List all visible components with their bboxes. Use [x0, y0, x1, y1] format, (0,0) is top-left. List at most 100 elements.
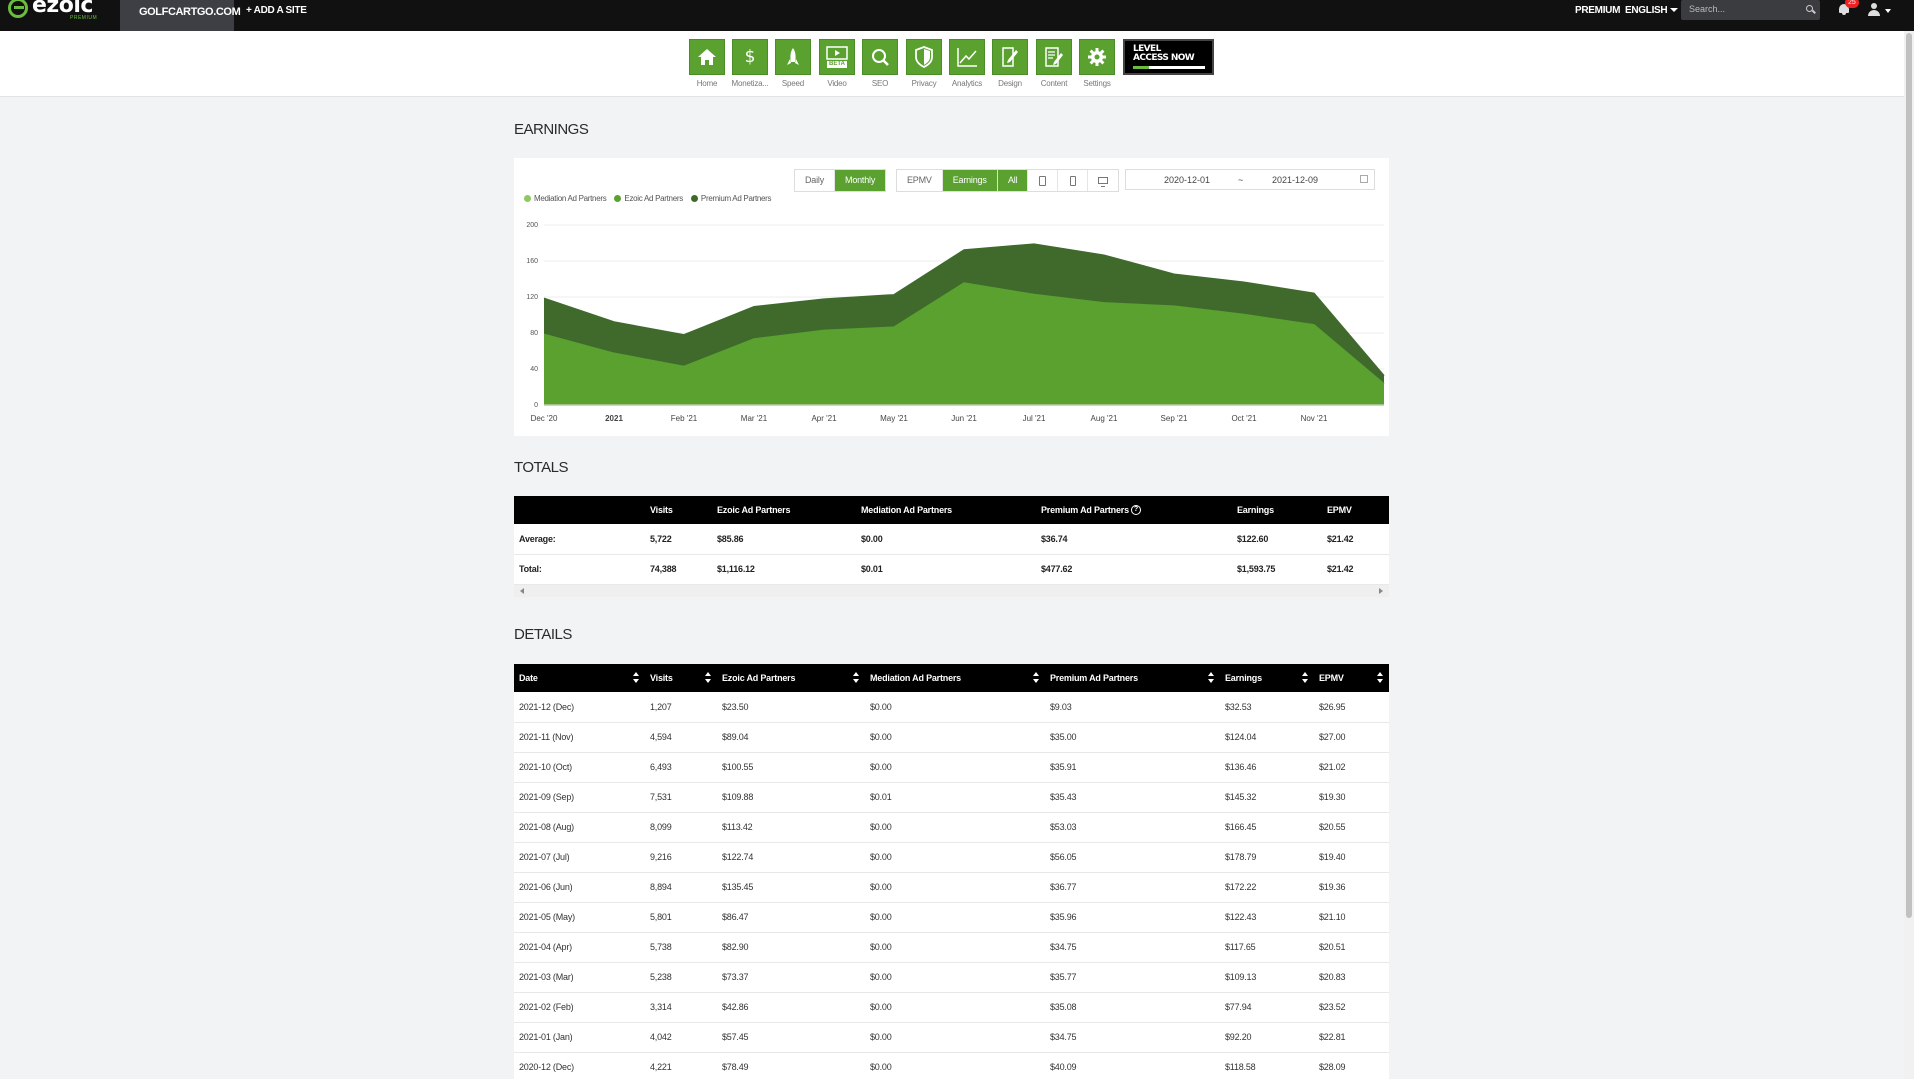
rocket-icon	[775, 39, 811, 75]
ezoic-logo[interactable]: ezoic PREMIUM	[8, 0, 97, 31]
details-column-header[interactable]: Mediation Ad Partners	[865, 664, 1045, 692]
totals-header-row: Visits Ezoic Ad Partners Mediation Ad Part…	[514, 496, 1389, 524]
nav-speed[interactable]: Speed	[774, 39, 812, 88]
chart-legend: Mediation Ad Partners Ezoic Ad Partners Pr…	[524, 194, 772, 203]
totals-column-header: Mediation Ad Partners	[856, 496, 1036, 524]
table-cell: 2021-09 (Sep)	[514, 782, 645, 813]
table-cell: 1,207	[645, 692, 717, 723]
table-cell: 2021-04 (Apr)	[514, 932, 645, 963]
table-cell: 4,042	[645, 1022, 717, 1053]
premium-link[interactable]: PREMIUM	[1575, 5, 1620, 16]
table-cell: $35.43	[1045, 782, 1220, 813]
y-tick-label: 40	[530, 366, 538, 373]
sort-icon[interactable]	[633, 672, 639, 684]
scrollbar-thumb[interactable]	[1906, 33, 1912, 918]
nav-privacy[interactable]: Privacy	[905, 39, 943, 88]
x-tick-label: Dec '20	[531, 414, 558, 423]
sort-icon[interactable]	[1208, 672, 1214, 684]
scroll-right-icon[interactable]	[1379, 587, 1383, 594]
table-row: 2021-09 (Sep) 7,531 $109.88 $0.01 $35.43 $145…	[514, 782, 1389, 813]
search-input[interactable]	[1681, 0, 1791, 18]
nav-video[interactable]: BETA Video	[818, 39, 856, 88]
sort-icon[interactable]	[1033, 672, 1039, 684]
desktop-button[interactable]	[1088, 170, 1119, 191]
date-separator: ~	[1238, 175, 1244, 185]
help-icon[interactable]: ?	[1130, 505, 1141, 516]
page-scrollbar[interactable]	[1904, 31, 1914, 1079]
nav-settings[interactable]: Settings	[1078, 39, 1116, 88]
table-cell: $35.08	[1045, 992, 1220, 1023]
table-cell: 5,801	[645, 902, 717, 933]
level-access-banner[interactable]: LEVEL ACCESS NOW	[1123, 39, 1214, 75]
table-cell: $9.03	[1045, 692, 1220, 723]
details-title: DETAILS	[514, 626, 572, 643]
user-icon[interactable]	[1867, 3, 1881, 16]
totals-column-header: Visits	[645, 496, 712, 524]
nav-content[interactable]: Content	[1035, 39, 1073, 88]
details-column-header[interactable]: Earnings	[1220, 664, 1314, 692]
table-cell: 2021-03 (Mar)	[514, 962, 645, 993]
language-dropdown[interactable]: ENGLISH	[1625, 5, 1679, 16]
series-line	[543, 282, 1385, 385]
site-tab[interactable]: GOLFCARTGO.COM	[120, 0, 241, 31]
details-column-header[interactable]: Premium Ad Partners	[1045, 664, 1220, 692]
table-cell: $57.45	[717, 1022, 865, 1053]
user-menu-chevron-icon[interactable]	[1885, 9, 1891, 13]
monthly-button[interactable]: Monthly	[835, 170, 886, 191]
legend-swatch	[690, 195, 698, 202]
content-icon	[1036, 39, 1072, 75]
legend-item[interactable]: Ezoic Ad Partners	[614, 194, 683, 203]
sort-icon[interactable]	[1302, 672, 1308, 684]
table-cell: $0.00	[865, 842, 1045, 873]
table-cell: $0.00	[865, 722, 1045, 753]
nav-seo[interactable]: SEO	[861, 39, 899, 88]
table-cell: $34.75	[1045, 932, 1220, 963]
details-table-card: Date Visits Ezoic Ad Partners Mediation Ad …	[514, 664, 1389, 1079]
legend-item[interactable]: Mediation Ad Partners	[524, 194, 607, 203]
details-column-header[interactable]: Date	[514, 664, 645, 692]
mobile-button[interactable]	[1058, 170, 1089, 191]
tablet-button[interactable]	[1028, 170, 1059, 191]
daily-button[interactable]: Daily	[795, 170, 836, 191]
legend-swatch	[524, 195, 531, 202]
nav-monetization[interactable]: $ Monetiza...	[731, 39, 769, 88]
nav-home[interactable]: Home	[688, 39, 726, 88]
nav-analytics[interactable]: Analytics	[948, 39, 986, 88]
x-tick-label: Apr '21	[811, 414, 837, 423]
totals-column-header: Premium Ad Partners?	[1036, 496, 1232, 524]
x-tick-label: Aug '21	[1091, 414, 1118, 423]
table-cell: 2021-06 (Jun)	[514, 872, 645, 903]
earnings-button[interactable]: Earnings	[942, 170, 997, 191]
date-range-picker[interactable]: 2020-12-01 ~ 2021-12-09	[1125, 169, 1375, 190]
scroll-left-icon[interactable]	[520, 587, 524, 594]
calendar-icon[interactable]	[1360, 175, 1368, 183]
period-toggle: Daily Monthly	[794, 169, 887, 192]
nav-label: SEO	[871, 79, 889, 88]
sort-icon[interactable]	[853, 672, 859, 684]
table-cell: 4,594	[645, 722, 717, 753]
table-cell: $28.09	[1314, 1052, 1389, 1079]
search-icon[interactable]	[1806, 5, 1813, 12]
table-cell: $0.00	[865, 692, 1045, 723]
totals-horizontal-scrollbar[interactable]	[514, 584, 1389, 597]
table-row: 2020-12 (Dec) 4,221 $78.49 $0.00 $40.09 $118.…	[514, 1052, 1389, 1079]
table-cell: $20.83	[1314, 962, 1389, 993]
table-cell: $122.60	[1232, 524, 1322, 555]
nav-design[interactable]: Design	[991, 39, 1029, 88]
totals-table: Visits Ezoic Ad Partners Mediation Ad Part…	[514, 496, 1389, 585]
epmv-button[interactable]: EPMV	[897, 170, 943, 191]
series-line	[543, 243, 1385, 377]
table-cell: 2021-11 (Nov)	[514, 722, 645, 753]
sort-icon[interactable]	[1377, 672, 1383, 684]
legend-item[interactable]: Premium Ad Partners	[690, 194, 772, 203]
details-column-header[interactable]: EPMV	[1314, 664, 1389, 692]
table-cell: $86.47	[717, 902, 865, 933]
table-cell: 8,894	[645, 872, 717, 903]
details-column-header[interactable]: Visits	[645, 664, 717, 692]
table-cell: 2021-05 (May)	[514, 902, 645, 933]
details-column-header[interactable]: Ezoic Ad Partners	[717, 664, 865, 692]
add-site-link[interactable]: + ADD A SITE	[246, 5, 307, 16]
all-devices-button[interactable]: All	[998, 170, 1029, 191]
sort-icon[interactable]	[705, 672, 711, 684]
totals-column-header: EPMV	[1322, 496, 1389, 524]
